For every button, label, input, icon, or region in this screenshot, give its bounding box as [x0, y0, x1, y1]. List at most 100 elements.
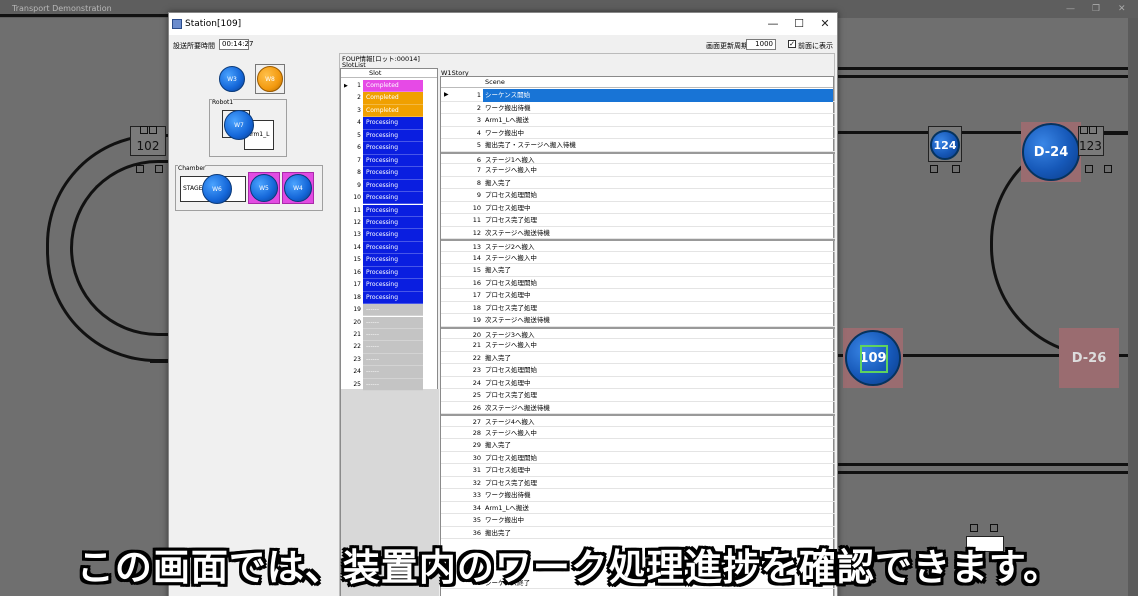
slot-row[interactable]: 20 ------ — [341, 316, 423, 329]
scene-row[interactable]: 27 ステージ4へ搬入 — [441, 414, 835, 427]
wafer-w4[interactable]: W4 — [284, 174, 312, 202]
wafer-w8[interactable]: W8 — [257, 66, 283, 92]
front-display-checkbox[interactable]: ✓ — [788, 40, 796, 48]
carrier-109[interactable]: 109 — [845, 330, 901, 386]
scene-row[interactable]: 8 搬入完了 — [441, 177, 835, 189]
slot-status: Processing — [363, 291, 423, 305]
scene-row[interactable]: 7 ステージへ搬入中 — [441, 164, 835, 177]
robot-group: Robot1 Arm1_L W7 — [209, 99, 287, 157]
background-close-button[interactable]: ✕ — [1118, 0, 1126, 18]
scene-row[interactable]: 24 プロセス処理中 — [441, 377, 835, 389]
scene-text: プロセス処理中 — [485, 378, 531, 387]
slot-row[interactable]: 3 Completed — [341, 104, 423, 118]
slot-status: Processing — [363, 167, 423, 180]
scene-row[interactable]: 13 ステージ2へ搬入 — [441, 239, 835, 252]
scene-row[interactable]: 30 プロセス処理開始 — [441, 452, 835, 464]
background-maximize-button[interactable]: ❐ — [1092, 0, 1100, 18]
slot-row[interactable]: 19 ------ — [341, 304, 423, 317]
slot-row[interactable]: 16 Processing — [341, 266, 423, 280]
scene-row[interactable]: 33 ワーク搬出待機 — [441, 489, 835, 502]
scene-row[interactable]: 3 Arm1_Lへ搬送 — [441, 114, 835, 127]
carrier-d24[interactable]: D-24 — [1022, 123, 1080, 181]
stocker-d26[interactable]: D-26 — [1059, 328, 1119, 388]
scene-row[interactable]: 25 プロセス完了処理 — [441, 389, 835, 402]
track-line — [838, 75, 1128, 78]
scene-row[interactable]: 15 搬入完了 — [441, 264, 835, 277]
wafer-w5[interactable]: W5 — [250, 174, 278, 202]
scene-row[interactable]: 31 プロセス処理中 — [441, 464, 835, 477]
wafer-w3[interactable]: W3 — [219, 66, 245, 92]
port-square — [952, 165, 960, 173]
slot-row[interactable]: 4 Processing — [341, 117, 423, 130]
scene-row[interactable]: 22 搬入完了 — [441, 352, 835, 364]
scene-row[interactable]: 32 プロセス完了処理 — [441, 477, 835, 489]
scene-row[interactable]: 34 Arm1_Lへ搬送 — [441, 502, 835, 514]
maximize-button[interactable]: ☐ — [785, 13, 813, 35]
close-button[interactable]: ✕ — [811, 13, 839, 35]
scene-row[interactable]: 28 ステージへ搬入中 — [441, 427, 835, 439]
slot-row[interactable]: 25 ------ — [341, 378, 423, 392]
scene-number: 22 — [472, 353, 481, 362]
scene-list[interactable]: Scene ▶ 1 シーケンス開始 2 ワーク搬出待機 3 Arm1_Lへ搬送 4 ワーク搬出中… — [440, 76, 835, 596]
track-line — [0, 14, 170, 17]
slot-row[interactable]: 13 Processing — [341, 229, 423, 242]
scene-row[interactable]: 26 次ステージへ搬送待機 — [441, 402, 835, 414]
slot-row[interactable]: 23 ------ — [341, 353, 423, 367]
wafer-w6[interactable]: W6 — [202, 174, 232, 204]
scene-row[interactable]: 23 プロセス処理開始 — [441, 364, 835, 377]
slot-row[interactable]: 24 ------ — [341, 366, 423, 379]
scene-row[interactable]: 18 プロセス完了処理 — [441, 302, 835, 314]
slot-row[interactable]: 9 Processing — [341, 179, 423, 192]
scene-row[interactable]: 35 ワーク搬出中 — [441, 514, 835, 527]
load-port-1[interactable]: W3 — [217, 64, 247, 94]
scene-row[interactable]: 10 プロセス処理中 — [441, 202, 835, 214]
wafer-w7[interactable]: W7 — [224, 110, 254, 140]
slot-row[interactable]: ▶ 1 Completed — [341, 80, 423, 93]
slot-index: 20 — [353, 318, 361, 326]
scene-row[interactable]: 4 ワーク搬出中 — [441, 127, 835, 139]
slot-row[interactable]: 7 Processing — [341, 154, 423, 168]
robot-title: Robot1 — [212, 99, 234, 106]
scene-row[interactable]: 12 次ステージへ搬送待機 — [441, 227, 835, 239]
scene-row[interactable]: 19 次ステージへ搬送待機 — [441, 314, 835, 327]
scene-row[interactable]: 6 ステージ1へ搬入 — [441, 151, 835, 164]
carrier-124[interactable]: 124 — [930, 130, 960, 160]
scene-row[interactable]: ▶ 1 シーケンス開始 — [441, 89, 835, 102]
slot-index: 9 — [357, 181, 361, 189]
slot-list[interactable]: Slot ▶ 1 Completed 2 Completed 3 Completed 4 Pro… — [340, 68, 439, 596]
scene-row[interactable]: 17 プロセス処理中 — [441, 289, 835, 302]
slot-row[interactable]: 2 Completed — [341, 92, 423, 105]
scene-row[interactable]: 21 ステージへ搬入中 — [441, 339, 835, 352]
slot-row[interactable]: 10 Processing — [341, 192, 423, 205]
slot-row[interactable]: 11 Processing — [341, 204, 423, 217]
slot-row[interactable]: 5 Processing — [341, 129, 423, 143]
slot-row[interactable]: 17 Processing — [341, 279, 423, 292]
slot-row[interactable]: 14 Processing — [341, 241, 423, 255]
slot-row[interactable]: 15 Processing — [341, 254, 423, 267]
load-port-2[interactable]: W8 — [255, 64, 285, 94]
scene-row[interactable]: 29 搬入完了 — [441, 439, 835, 452]
slot-status: Processing — [363, 192, 423, 205]
port-square — [1085, 165, 1093, 173]
background-scrollbar[interactable] — [1128, 18, 1138, 596]
slot-row[interactable]: 22 ------ — [341, 341, 423, 354]
slot-index: 15 — [353, 256, 361, 264]
background-minimize-button[interactable]: — — [1066, 0, 1075, 18]
scene-row[interactable]: 14 ステージへ搬入中 — [441, 252, 835, 264]
scene-row[interactable]: 16 プロセス処理開始 — [441, 277, 835, 289]
slot-row[interactable]: 8 Processing — [341, 167, 423, 180]
scene-row[interactable]: 11 プロセス完了処理 — [441, 214, 835, 227]
window-title: Station[109] — [185, 19, 242, 29]
slot-row[interactable]: 18 Processing — [341, 291, 423, 305]
slot-row[interactable]: 6 Processing — [341, 142, 423, 155]
scene-row[interactable]: 20 ステージ3へ搬入 — [441, 326, 835, 339]
slot-row[interactable]: 12 Processing — [341, 216, 423, 230]
scene-row[interactable]: 5 搬出完了・ステージへ搬入待機 — [441, 139, 835, 152]
scene-row[interactable]: 2 ワーク搬出待機 — [441, 102, 835, 114]
elapsed-field[interactable]: 00:14:27 — [219, 39, 253, 50]
refresh-field[interactable]: 1000 — [746, 39, 776, 50]
scene-row[interactable]: 9 プロセス処理開始 — [441, 189, 835, 202]
station-102[interactable]: 102 — [130, 126, 166, 156]
minimize-button[interactable]: — — [759, 13, 787, 35]
slot-row[interactable]: 21 ------ — [341, 329, 423, 342]
